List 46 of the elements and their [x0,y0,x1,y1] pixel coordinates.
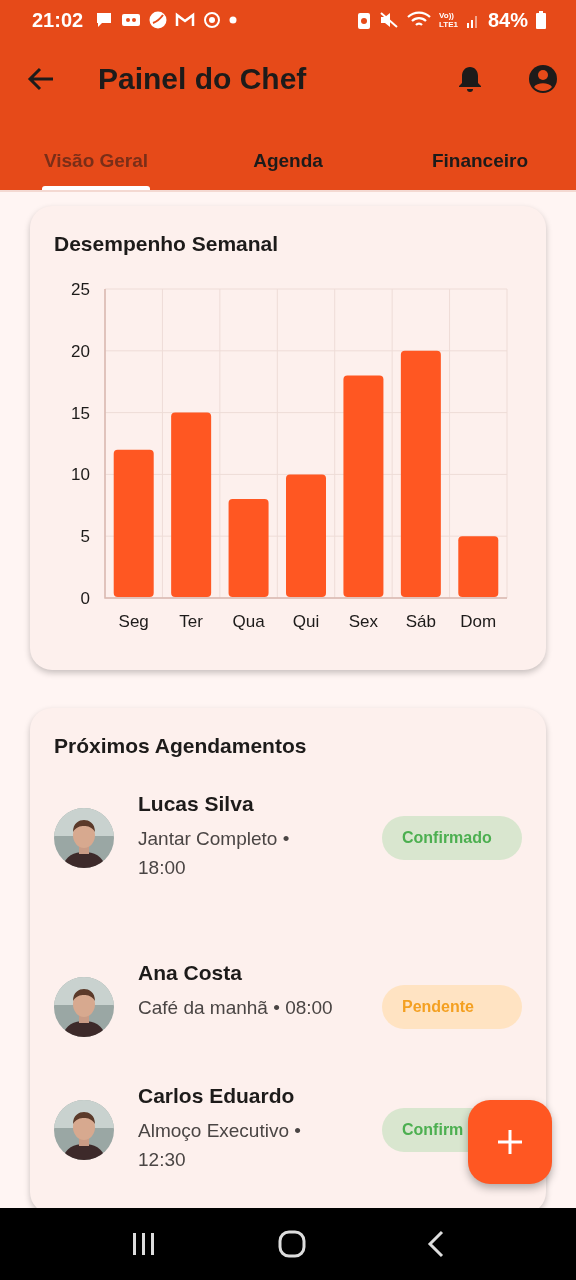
battery-saver-icon [357,11,371,29]
mail-icon [175,11,196,29]
network-label: LTE1 [439,20,458,29]
network-label: Vo)) [439,11,455,20]
y-tick-label: 25 [71,280,90,299]
bar [458,536,499,597]
y-tick-label: 20 [71,341,90,361]
y-tick-label: 15 [71,403,90,423]
card-title: Próximos Agendamentos [54,734,308,758]
status-badge: Pendente [382,985,522,1029]
booking-detail: Almoço Executivo • 12:30 [138,1119,302,1172]
tab[interactable]: Financeiro [384,118,576,190]
x-tick-label: Qua [232,612,265,631]
battery-icon [536,11,546,29]
x-tick-label: Dom [460,612,497,631]
bell-icon[interactable] [456,64,484,94]
client-name: Carlos Eduardo [138,1084,296,1108]
x-tick-label: Qui [292,612,320,631]
home-icon[interactable] [278,1230,306,1258]
tab[interactable]: Agenda [192,118,384,190]
x-tick-label: Sex [348,612,379,631]
mute-icon [379,11,399,29]
recent-apps-icon[interactable] [130,1232,157,1256]
add-button[interactable] [468,1100,552,1184]
account-icon[interactable] [528,64,558,94]
x-tick-label: Seg [118,612,149,631]
booking-detail: Café da manhã • 08:00 [138,996,334,1020]
x-tick-label: Sáb [405,612,436,631]
clock-time: 21:02 [32,8,84,32]
tab[interactable]: Visão Geral [0,118,192,190]
client-name: Lucas Silva [138,792,255,816]
status-badge: Confirmado [382,816,522,860]
client-name: Ana Costa [138,961,243,985]
back-icon[interactable] [427,1230,446,1258]
message-icon [95,11,114,29]
card-title: Desempenho Semanal [54,232,280,256]
plus-icon [497,1129,523,1155]
battery-percent: 84% [487,8,528,32]
y-tick-label: 5 [80,527,90,547]
y-tick-label: 10 [71,465,90,485]
screen-title: Painel do Chef [98,62,308,96]
y-tick-label: 0 [80,589,90,608]
x-tick-label: Ter [179,612,203,631]
voicemail-icon [121,11,142,29]
dot-icon [229,16,238,24]
booking-detail: Jantar Completo • 18:00 [138,827,291,880]
